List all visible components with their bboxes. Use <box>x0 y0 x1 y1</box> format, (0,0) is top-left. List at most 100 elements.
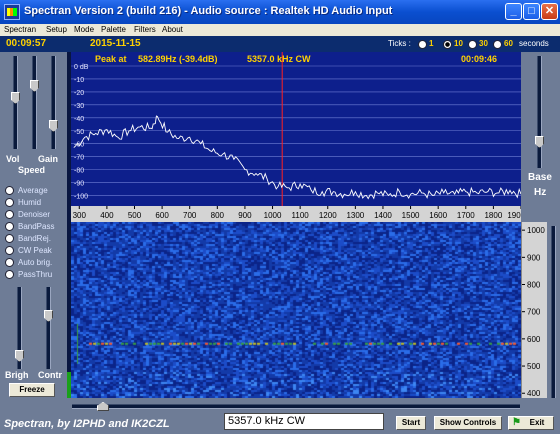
spectrum-display: 0 dB -10 -20 -30 -40 -50 -60 -70 -80 -90 -100 <box>71 52 522 207</box>
frequency-scale-svg: 300 400 500 600 700 800 900 1000 1100 1200 1300 140… <box>73 206 522 220</box>
app-icon <box>4 4 20 20</box>
maximize-button[interactable]: □ <box>523 3 540 20</box>
start-button[interactable]: Start <box>396 416 426 430</box>
base-label: Base <box>528 172 552 183</box>
spectrum-y-tick: -100 <box>74 194 88 201</box>
frequency-tick-label: 1100 <box>292 211 310 220</box>
frequency-tick-label: 800 <box>211 211 225 220</box>
peak-frequency: 5357.0 kHz CW <box>247 54 311 64</box>
ticks-option-30-label: 30 <box>479 39 488 48</box>
ticks-radio-30[interactable] <box>468 40 477 49</box>
ticks-unit: seconds <box>519 39 549 48</box>
running-man-icon: ⚑ <box>512 417 521 428</box>
hz-label: Hz <box>534 187 547 198</box>
mode-bandrej-radio[interactable] <box>5 234 14 243</box>
close-button[interactable]: ✕ <box>541 3 558 20</box>
mode-bandpass-label: BandPass <box>18 222 55 231</box>
main-client: 00:09:57 2015-11-15 Ticks : 1 10 30 60 s… <box>0 36 560 434</box>
mode-auto-brig-radio[interactable] <box>5 258 14 267</box>
menu-about[interactable]: About <box>162 24 183 36</box>
ticks-option-60-label: 60 <box>504 39 513 48</box>
mode-passthru-radio[interactable] <box>5 270 14 279</box>
title-bar: Spectran Version 2 (build 216) - Audio s… <box>0 0 560 24</box>
frequency-tick-label: 600 <box>155 211 169 220</box>
menu-setup[interactable]: Setup <box>46 24 67 36</box>
mode-cw-peak-radio[interactable] <box>5 246 14 255</box>
contrast-slider-track[interactable] <box>46 287 51 369</box>
show-controls-button[interactable]: Show Controls <box>434 416 502 430</box>
spectrum-y-tick: -70 <box>74 155 84 162</box>
peak-label: Peak at <box>95 54 127 64</box>
waterfall-scroll-track[interactable] <box>551 226 556 426</box>
ticks-option-10-label: 10 <box>454 39 463 48</box>
frequency-input[interactable]: 5357.0 kHz CW <box>224 413 384 430</box>
waterfall-tick-label: 1000 <box>527 226 545 235</box>
contrast-label: Contr <box>38 370 62 380</box>
right-control-panel: Base Hz <box>521 52 560 222</box>
frequency-tick-label: 300 <box>73 211 87 220</box>
ticks-label: Ticks : <box>388 39 411 48</box>
peak-info: Peak at 582.89Hz (-39.4dB) 5357.0 kHz CW… <box>71 52 521 66</box>
menu-filters[interactable]: Filters <box>134 24 156 36</box>
minimize-button[interactable]: _ <box>505 3 522 20</box>
menu-spectran[interactable]: Spectran <box>4 24 36 36</box>
ticks-radio-10[interactable] <box>443 40 452 49</box>
mode-humid-label: Humid <box>18 198 42 207</box>
waterfall-tick-label: 700 <box>527 308 541 317</box>
spectrum-y-tick: -20 <box>74 90 84 97</box>
base-slider-track[interactable] <box>537 56 542 168</box>
frequency-tick-label: 1600 <box>429 211 447 220</box>
frequency-tick-label: 1800 <box>484 211 502 220</box>
menu-bar: Spectran Setup Mode Palette Filters Abou… <box>0 24 560 36</box>
menu-palette[interactable]: Palette <box>101 24 126 36</box>
ticks-option-1-label: 1 <box>429 39 434 48</box>
frequency-tick-label: 400 <box>100 211 114 220</box>
credits-text: Spectran, by I2PHD and IK2CZL <box>4 418 170 430</box>
menu-mode[interactable]: Mode <box>74 24 94 36</box>
freeze-button[interactable]: Freeze <box>9 383 55 397</box>
spectrum-y-tick: -80 <box>74 168 84 175</box>
exit-button[interactable]: ⚑ Exit <box>508 416 554 430</box>
mode-auto-brig-label: Auto brig. <box>18 258 53 267</box>
peak-time: 00:09:46 <box>461 54 498 64</box>
frequency-tick-label: 500 <box>128 211 142 220</box>
peak-value: 582.89Hz (-39.4dB) <box>138 54 218 64</box>
waterfall-tick-label: 900 <box>527 253 541 262</box>
mode-denoiser-label: Denoiser <box>18 210 51 219</box>
spectrum-y-tick: -90 <box>74 181 84 188</box>
ticks-radio-1[interactable] <box>418 40 427 49</box>
mode-humid-radio[interactable] <box>5 198 14 207</box>
mode-bandrej-label: BandRej. <box>18 234 51 243</box>
spectrum-series-line <box>73 115 522 200</box>
frequency-tick-label: 1400 <box>374 211 392 220</box>
date-label: 2015-11-15 <box>90 38 141 49</box>
mode-average-label: Average <box>18 186 48 195</box>
mode-passthru-label: PassThru <box>18 270 53 279</box>
frequency-tick-label: 1000 <box>264 211 282 220</box>
spectrum-y-tick: -40 <box>74 116 84 123</box>
mode-denoiser-radio[interactable] <box>5 210 14 219</box>
gain-label: Gain <box>38 154 59 164</box>
spectrum-plot: 0 dB-10-20-30-40-50-60-70-80-90-100 <box>71 52 522 207</box>
frequency-tick-label: 1300 <box>346 211 364 220</box>
frequency-tick-label: 700 <box>183 211 197 220</box>
vol-label: Vol <box>6 154 20 164</box>
waterfall-tick-label: 800 <box>527 281 541 290</box>
window-title: Spectran Version 2 (build 216) - Audio s… <box>24 5 393 17</box>
mode-average-radio[interactable] <box>5 186 14 195</box>
speed-slider-track[interactable] <box>32 56 37 149</box>
gain-slider-track[interactable] <box>51 56 56 149</box>
brightness-label: Brigh <box>5 370 29 380</box>
ticks-radio-60[interactable] <box>493 40 502 49</box>
mode-bandpass-radio[interactable] <box>5 222 14 231</box>
waterfall-tick-label: 500 <box>527 362 541 371</box>
mode-cw-peak-label: CW Peak <box>18 246 52 255</box>
frequency-tick-label: 190 <box>507 211 521 220</box>
frequency-scale: 300 400 500 600 700 800 900 1000 1100 1200 1300 140… <box>71 206 522 222</box>
frequency-tick-label: 1500 <box>402 211 420 220</box>
horizontal-slider-track[interactable] <box>72 404 520 409</box>
waterfall-tick-label: 600 <box>527 335 541 344</box>
spectrum-y-tick: -50 <box>74 129 84 136</box>
frequency-tick-label: 1200 <box>319 211 337 220</box>
bottom-bar: Spectran, by I2PHD and IK2CZL 5357.0 kHz… <box>0 398 560 434</box>
